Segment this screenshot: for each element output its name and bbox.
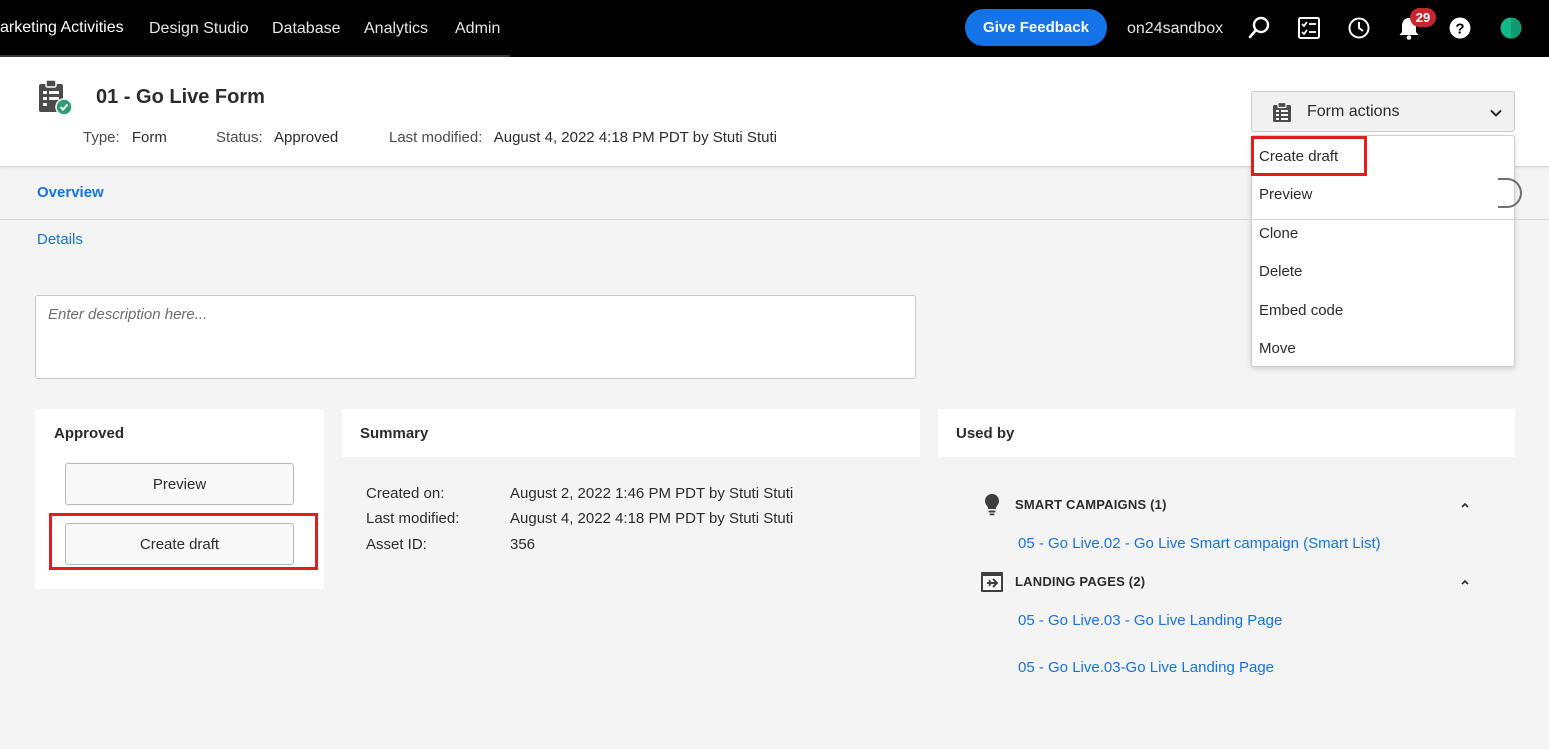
summary-created-label: Created on: — [366, 485, 445, 502]
help-icon[interactable]: ? — [1447, 15, 1473, 41]
landing-page-link[interactable]: 05 - Go Live.03 - Go Live Landing Page — [1018, 612, 1282, 629]
meta-status: Status: Approved — [216, 129, 338, 146]
approved-card-title: Approved — [54, 425, 125, 442]
meta-last-modified: Last modified: August 4, 2022 4:18 PM PD… — [389, 129, 777, 146]
tab-overview[interactable]: Overview — [37, 184, 104, 201]
nav-marketing-activities[interactable]: arketing Activities — [0, 0, 124, 57]
nav-analytics[interactable]: Analytics — [364, 0, 428, 57]
give-feedback-button[interactable]: Give Feedback — [965, 9, 1107, 46]
preview-button[interactable]: Preview — [65, 463, 294, 505]
used-by-card-header — [938, 409, 1515, 457]
used-by-card-title: Used by — [956, 425, 1015, 442]
highlight-box-create-draft — [49, 513, 318, 570]
meta-status-value: Approved — [274, 129, 339, 146]
svg-text:?: ? — [1455, 21, 1464, 38]
form-approved-icon — [39, 79, 73, 116]
landing-page-link[interactable]: 05 - Go Live.03-Go Live Landing Page — [1018, 659, 1274, 676]
meta-modified-label: Last modified: — [389, 129, 483, 146]
clipboard-icon — [1273, 101, 1291, 122]
smart-campaigns-section-title[interactable]: SMART CAMPAIGNS (1) — [1015, 497, 1167, 512]
chevron-up-icon[interactable] — [1458, 575, 1472, 589]
notification-badge: 29 — [1410, 8, 1436, 27]
search-icon[interactable] — [1246, 15, 1272, 41]
user-avatar-icon[interactable] — [1498, 15, 1524, 41]
summary-card-title: Summary — [360, 425, 429, 442]
smart-campaign-link[interactable]: 05 - Go Live.02 - Go Live Smart campaign… — [1018, 535, 1381, 552]
nav-admin[interactable]: Admin — [455, 0, 500, 57]
landing-page-icon — [981, 572, 1003, 592]
summary-card-header — [342, 409, 920, 457]
summary-created-value: August 2, 2022 1:46 PM PDT by Stuti Stut… — [510, 485, 794, 502]
landing-pages-section-title[interactable]: LANDING PAGES (2) — [1015, 574, 1145, 589]
tab-details[interactable]: Details — [37, 231, 83, 248]
summary-asset-id-label: Asset ID: — [366, 536, 427, 553]
meta-status-label: Status: — [216, 129, 263, 146]
meta-type-value: Form — [131, 129, 167, 146]
nav-database[interactable]: Database — [272, 0, 341, 57]
menu-item-embed-code[interactable]: Embed code — [1259, 302, 1343, 319]
sandbox-switcher[interactable]: on24sandbox — [1127, 0, 1223, 57]
form-actions-label: Form actions — [1307, 103, 1400, 120]
description-field[interactable] — [35, 295, 916, 379]
meta-type-label: Type: — [83, 129, 120, 146]
menu-item-preview[interactable]: Preview — [1259, 186, 1312, 203]
summary-modified-value: August 4, 2022 4:18 PM PDT by Stuti Stut… — [510, 510, 794, 527]
form-actions-dropdown[interactable]: Form actions — [1251, 91, 1515, 132]
history-icon[interactable] — [1346, 15, 1372, 41]
summary-modified-label: Last modified: — [366, 510, 460, 527]
lightbulb-icon — [985, 494, 999, 516]
page-title: 01 - Go Live Form — [96, 86, 265, 108]
summary-asset-id-value: 356 — [510, 536, 536, 553]
meta-type: Type: Form — [83, 129, 167, 146]
menu-item-move[interactable]: Move — [1259, 340, 1296, 357]
menu-item-delete[interactable]: Delete — [1259, 263, 1302, 280]
nav-design-studio[interactable]: Design Studio — [149, 0, 249, 57]
top-nav-bar: arketing Activities Design Studio Databa… — [0, 0, 1549, 57]
highlight-box-menu-create-draft — [1251, 136, 1367, 176]
menu-item-clone[interactable]: Clone — [1259, 225, 1298, 242]
tab-divider — [0, 219, 1549, 220]
info-circle-icon[interactable] — [1498, 178, 1522, 208]
meta-modified-value: August 4, 2022 4:18 PM PDT by Stuti Stut… — [493, 129, 777, 146]
chevron-down-icon — [1490, 109, 1502, 117]
tasks-icon[interactable] — [1296, 15, 1322, 41]
chevron-up-icon[interactable] — [1458, 498, 1472, 512]
